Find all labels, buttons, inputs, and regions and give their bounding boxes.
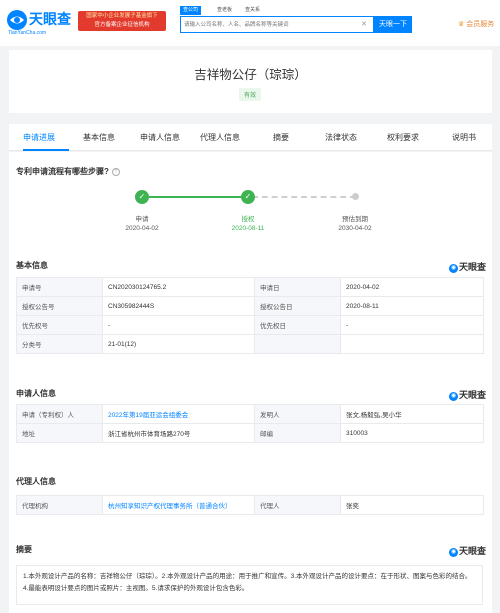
tab-specification[interactable]: 说明书	[452, 132, 476, 143]
field-value: 浙江省杭州市体育场路270号	[102, 423, 255, 443]
vip-service-link[interactable]: ♛ 会员服务	[458, 19, 494, 29]
step-date: 2020-08-11	[231, 225, 265, 232]
tab-claims[interactable]: 权利要求	[387, 132, 419, 143]
field-value: 2020-04-02	[340, 277, 484, 297]
patent-title-card: 吉祥物公仔（琮琮） 有效	[9, 50, 492, 113]
vip-label: 会员服务	[466, 21, 495, 28]
field-label: 发明人	[254, 404, 341, 424]
field-value: 2020-08-11	[340, 296, 484, 316]
check-icon: ✓	[241, 190, 255, 204]
table-row: 申请号 CN202030124765.2 申请日 2020-04-02	[16, 277, 484, 297]
tianyancha-logo[interactable]: 天眼查 TianYanCha.com	[6, 8, 78, 38]
detail-tabs: 申请进展 基本信息 申请人信息 代理人信息 摘要 法律状态 权利要求 说明书	[9, 124, 492, 151]
step-label: 申请	[135, 216, 149, 223]
brand-mark-text: 天眼查	[458, 262, 486, 272]
active-tab-indicator	[23, 149, 69, 151]
search-tab-relation[interactable]: 查关系	[245, 6, 260, 15]
promo-banner[interactable]: 国家中小企业发展子基金旗下 官方备案企业征信机构	[78, 11, 166, 31]
tab-legal-status[interactable]: 法律状态	[325, 132, 357, 143]
field-value: CN305982444S	[102, 296, 255, 316]
help-icon[interactable]: ?	[111, 168, 120, 176]
field-value: CN202030124765.2	[102, 277, 255, 297]
applicant-heading: 申请人信息	[16, 389, 56, 398]
step-date: 2030-04-02	[338, 225, 372, 232]
pending-step-dot	[352, 193, 359, 200]
brand-logo-icon: ◉	[448, 264, 458, 273]
abstract-heading: 摘要	[16, 545, 32, 554]
search-tab-company[interactable]: 查公司	[180, 6, 202, 15]
promo-line1: 国家中小企业发展子基金旗下	[86, 13, 158, 19]
progress-line-pending	[252, 196, 356, 198]
field-label: 代理人	[254, 495, 341, 515]
eye-logo-icon	[7, 10, 27, 30]
search-button[interactable]: 天眼一下	[374, 16, 412, 33]
field-value: -	[102, 315, 255, 335]
applicant-link[interactable]: 2022年第19届亚运会组委会	[102, 404, 255, 424]
field-label: 代理机构	[16, 495, 103, 515]
basic-info-heading: 基本信息	[16, 261, 48, 270]
progress-heading-text: 专利申请流程有哪些步骤?	[16, 167, 109, 176]
top-header: 天眼查 TianYanCha.com 国家中小企业发展子基金旗下 官方备案企业征…	[0, 0, 500, 46]
crown-icon: ♛	[458, 21, 465, 28]
field-label: 地址	[16, 423, 103, 443]
field-value: 张文,杨毅弘,吴小华	[340, 404, 484, 424]
agent-table: 代理机构 杭州知享知识产权代理事务所（普通合伙） 代理人 张奕	[16, 495, 484, 515]
abstract-text: 1.本外观设计产品的名称：吉祥物公仔（琮琮）。2.本外观设计产品的用途：用于推广…	[16, 565, 483, 605]
field-label: 申请号	[16, 277, 103, 297]
progress-line-done	[139, 196, 246, 198]
logo-name: 天眼查	[29, 11, 71, 27]
agency-link[interactable]: 杭州知享知识产权代理事务所（普通合伙）	[102, 495, 255, 515]
brand-mark: ◉ 天眼查	[448, 544, 486, 557]
clear-icon[interactable]: ✕	[361, 20, 367, 28]
field-label: 邮编	[254, 423, 341, 443]
field-label: 授权公告日	[254, 296, 341, 316]
step-label: 预估到期	[342, 216, 368, 223]
brand-mark: ◉ 天眼查	[448, 388, 486, 401]
table-row: 优先权号 - 优先权日 -	[16, 315, 484, 335]
brand-mark-text: 天眼查	[458, 390, 486, 400]
search-tab-boss[interactable]: 查老板	[217, 6, 232, 15]
tab-basic-info[interactable]: 基本信息	[83, 132, 115, 143]
status-badge: 有效	[238, 88, 262, 101]
field-value	[340, 334, 484, 354]
field-value: 张奕	[340, 495, 484, 515]
table-row: 授权公告号 CN305982444S 授权公告日 2020-08-11	[16, 296, 484, 316]
basic-info-table: 申请号 CN202030124765.2 申请日 2020-04-02 授权公告号 CN…	[16, 277, 484, 354]
check-icon: ✓	[135, 190, 149, 204]
field-value: 310003	[340, 423, 484, 443]
applicant-table: 申请（专利权）人 2022年第19届亚运会组委会 发明人 张文,杨毅弘,吴小华 地址浙…	[16, 404, 484, 443]
step-date: 2020-04-02	[125, 225, 159, 232]
patent-title: 吉祥物公仔（琮琮）	[194, 68, 307, 82]
logo-url: TianYanCha.com	[8, 30, 47, 36]
field-label: 分类号	[16, 334, 103, 354]
table-row: 分类号 21-01(12)	[16, 334, 484, 354]
field-label: 优先权日	[254, 315, 341, 335]
tab-progress[interactable]: 申请进展	[23, 132, 55, 143]
field-label: 申请日	[254, 277, 341, 297]
field-label	[254, 334, 341, 354]
tab-abstract[interactable]: 摘要	[273, 132, 289, 143]
brand-logo-icon: ◉	[448, 548, 458, 557]
brand-logo-icon: ◉	[448, 392, 458, 401]
tab-agent[interactable]: 代理人信息	[200, 132, 240, 143]
tab-applicant[interactable]: 申请人信息	[140, 132, 180, 143]
progress-heading: 专利申请流程有哪些步骤??	[16, 166, 120, 177]
search-input[interactable]	[184, 20, 364, 30]
field-value: 21-01(12)	[102, 334, 255, 354]
promo-line2: 官方备案企业征信机构	[94, 22, 150, 28]
field-label: 授权公告号	[16, 296, 103, 316]
step-label: 授权	[241, 216, 255, 223]
brand-mark-text: 天眼查	[458, 546, 486, 556]
field-label: 申请（专利权）人	[16, 404, 103, 424]
table-row: 地址 浙江省杭州市体育场路270号 邮编 310003	[16, 423, 484, 443]
brand-mark: ◉ 天眼查	[448, 260, 486, 273]
field-value: -	[340, 315, 484, 335]
search-box: ✕	[180, 16, 374, 33]
agent-heading: 代理人信息	[16, 477, 56, 486]
field-label: 优先权号	[16, 315, 103, 335]
table-row: 申请（专利权）人 2022年第19届亚运会组委会 发明人 张文,杨毅弘,吴小华	[16, 404, 484, 424]
table-row: 代理机构 杭州知享知识产权代理事务所（普通合伙） 代理人 张奕	[16, 495, 484, 515]
